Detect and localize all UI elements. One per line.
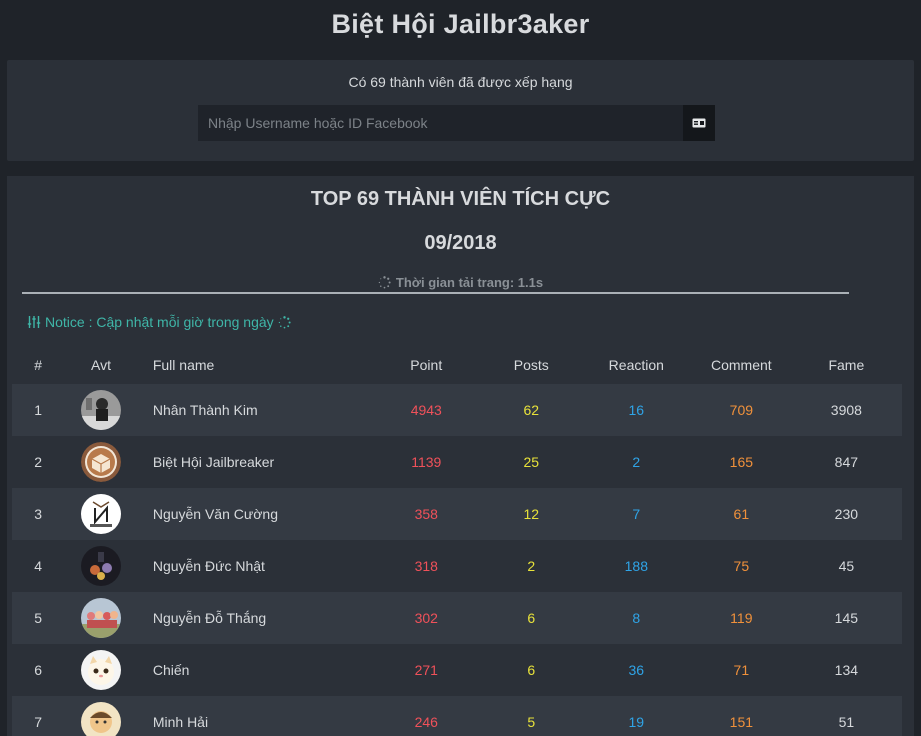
rank: 1 <box>34 402 43 418</box>
point-value: 358 <box>414 506 438 522</box>
full-name[interactable]: Minh Hải <box>138 714 371 730</box>
load-time: Thời gian tải trang: 1.1s <box>7 275 914 290</box>
avatar-cell <box>64 598 138 638</box>
avatar-cell <box>64 546 138 586</box>
posts-value: 25 <box>523 454 540 470</box>
avatar-cell <box>64 494 138 534</box>
posts-value: 62 <box>523 402 540 418</box>
column-header-comment: Comment <box>710 357 772 373</box>
avatar[interactable] <box>81 650 122 690</box>
search-input[interactable] <box>198 105 683 141</box>
full-name[interactable]: Nhân Thành Kim <box>138 402 371 418</box>
posts-value: 6 <box>527 610 536 626</box>
full-name[interactable]: Nguyễn Văn Cường <box>138 506 371 522</box>
full-name[interactable]: Nguyễn Đỗ Thắng <box>138 610 371 626</box>
comment-value: 119 <box>730 610 753 626</box>
fame-value: 51 <box>838 714 855 730</box>
column-header-fame: Fame <box>828 357 865 373</box>
avatar-cell <box>64 442 138 482</box>
avatar[interactable] <box>81 390 122 430</box>
posts-value: 6 <box>527 662 536 678</box>
table-row[interactable]: 5 Nguyễn Đỗ Thắng 302 6 8 119 145 <box>12 592 902 644</box>
fame-value: 134 <box>834 662 859 678</box>
spinner-icon <box>278 315 291 328</box>
rank: 3 <box>34 506 43 522</box>
search-box <box>198 105 715 141</box>
table-row[interactable]: 2 Biệt Hội Jailbreaker 1139 25 2 165 847 <box>12 436 902 488</box>
column-header-rank: # <box>34 357 43 373</box>
load-time-text: Thời gian tải trang: 1.1s <box>395 275 544 290</box>
sliders-icon <box>27 316 41 328</box>
avatar[interactable] <box>81 442 122 482</box>
reaction-value: 8 <box>632 610 641 626</box>
fame-value: 847 <box>834 454 859 470</box>
table-row[interactable]: 6 Chiến 271 6 36 71 134 <box>12 644 902 696</box>
reaction-value: 7 <box>632 506 641 522</box>
fame-value: 230 <box>834 506 859 522</box>
comment-value: 165 <box>729 454 754 470</box>
divider <box>22 292 849 294</box>
column-header-reaction: Reaction <box>608 357 664 373</box>
table-header: # Avt Full name Point Posts Reaction Com… <box>12 346 902 384</box>
column-header-avatar: Avt <box>91 357 112 373</box>
rank: 4 <box>34 558 43 574</box>
point-value: 4943 <box>410 402 442 418</box>
point-value: 302 <box>414 610 438 626</box>
avatar-cell <box>64 650 138 690</box>
full-name[interactable]: Biệt Hội Jailbreaker <box>138 454 371 470</box>
posts-value: 2 <box>527 558 536 574</box>
comment-value: 61 <box>733 506 750 522</box>
notice-text: Notice : Cập nhật mỗi giờ trong ngày <box>45 314 274 330</box>
notice: Notice : Cập nhật mỗi giờ trong ngày <box>27 314 291 330</box>
posts-value: 5 <box>527 714 536 730</box>
fame-value: 45 <box>838 558 855 574</box>
point-value: 271 <box>414 662 438 678</box>
rank: 7 <box>34 714 43 730</box>
comment-value: 151 <box>729 714 754 730</box>
rank: 2 <box>34 454 43 470</box>
id-card-icon <box>692 118 706 128</box>
full-name[interactable]: Nguyễn Đức Nhật <box>138 558 371 574</box>
search-panel: Có 69 thành viên đã được xếp hạng <box>7 60 914 161</box>
table-row[interactable]: 7 Minh Hải 246 5 19 151 51 <box>12 696 902 736</box>
rank: 5 <box>34 610 43 626</box>
comment-value: 71 <box>733 662 750 678</box>
avatar[interactable] <box>81 598 122 638</box>
leaderboard-month: 09/2018 <box>424 232 497 254</box>
reaction-value: 19 <box>628 714 645 730</box>
point-value: 1139 <box>411 454 442 470</box>
leaderboard-title: TOP 69 THÀNH VIÊN TÍCH CỰC <box>310 188 611 210</box>
rank: 6 <box>34 662 43 678</box>
full-name[interactable]: Chiến <box>138 662 371 678</box>
reaction-value: 188 <box>624 558 648 574</box>
table-row[interactable]: 1 Nhân Thành Kim 4943 62 16 709 3908 <box>12 384 902 436</box>
ranked-count-text: Có 69 thành viên đã được xếp hạng <box>348 74 573 90</box>
fame-value: 3908 <box>830 402 862 418</box>
comment-value: 75 <box>733 558 750 574</box>
posts-value: 12 <box>523 506 540 522</box>
leaderboard-table: # Avt Full name Point Posts Reaction Com… <box>12 346 902 736</box>
comment-value: 709 <box>729 402 754 418</box>
point-value: 246 <box>414 714 438 730</box>
avatar[interactable] <box>81 494 122 534</box>
reaction-value: 16 <box>628 402 645 418</box>
column-header-name: Full name <box>152 357 215 373</box>
reaction-value: 2 <box>632 454 641 470</box>
search-button[interactable] <box>683 105 715 141</box>
leaderboard-panel: TOP 69 THÀNH VIÊN TÍCH CỰC 09/2018 Thời … <box>7 176 914 736</box>
page-title: Biệt Hội Jailbr3aker <box>331 8 590 39</box>
fame-value: 145 <box>834 610 859 626</box>
spinner-icon <box>378 276 391 289</box>
point-value: 318 <box>414 558 438 574</box>
column-header-posts: Posts <box>513 357 549 373</box>
reaction-value: 36 <box>628 662 645 678</box>
avatar-cell <box>64 390 138 430</box>
table-row[interactable]: 4 Nguyễn Đức Nhật 318 2 188 75 45 <box>12 540 902 592</box>
column-header-point: Point <box>410 357 443 373</box>
avatar[interactable] <box>81 546 122 586</box>
table-row[interactable]: 3 Nguyễn Văn Cường 358 12 7 61 230 <box>12 488 902 540</box>
